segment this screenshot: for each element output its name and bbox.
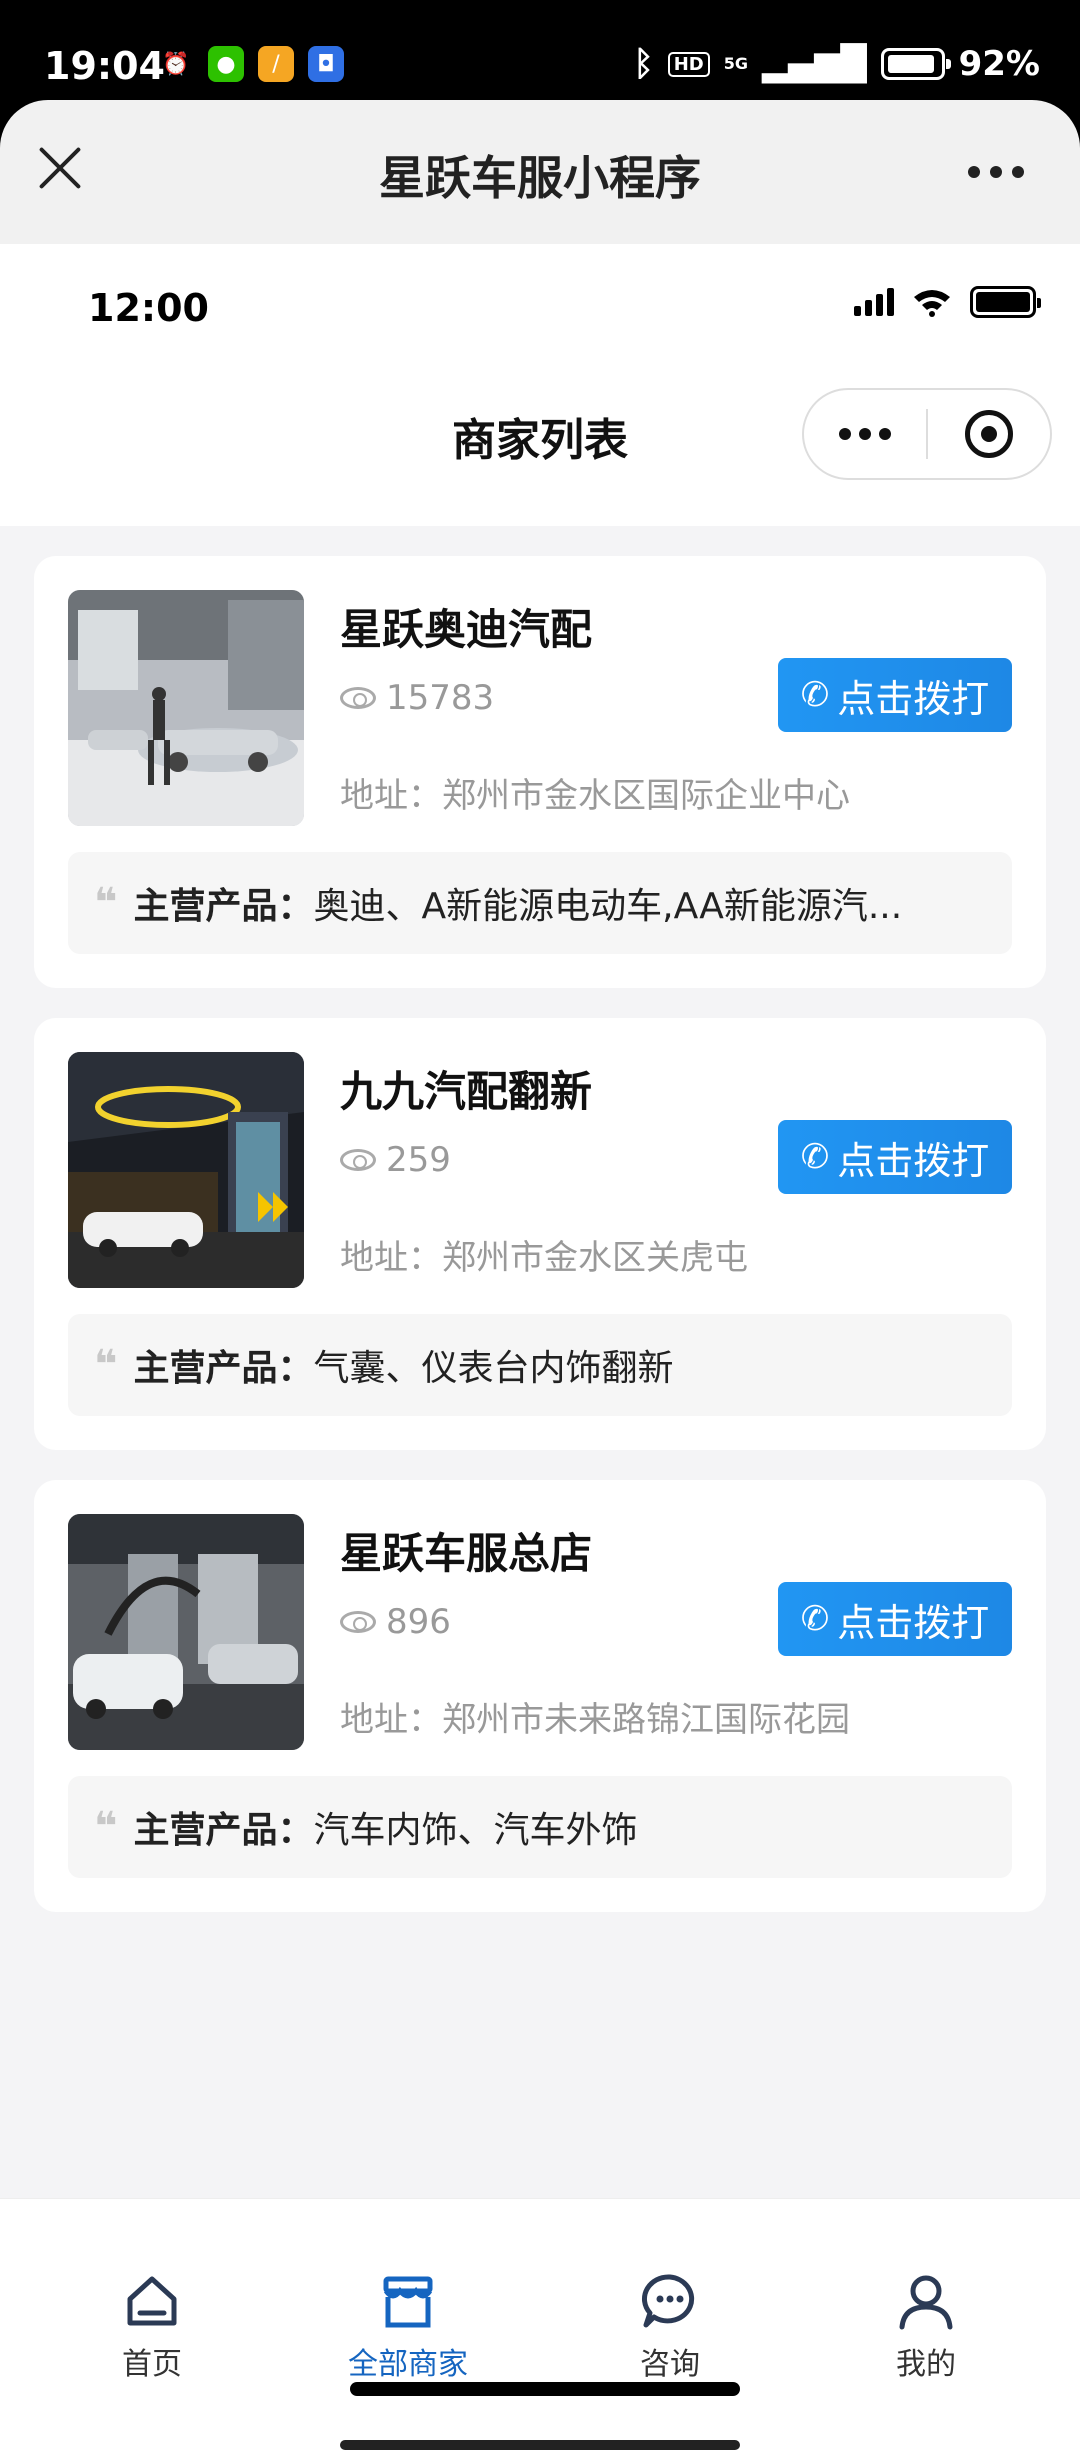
quote-icon: ❝ [94,1804,118,1850]
notification-icons: ⏰ ● / ◘ [158,46,344,82]
products-label: 主营产品： [133,886,314,927]
merchant-name: 星跃奥迪汽配 [340,605,593,654]
quote-icon: ❝ [94,880,118,926]
call-button-label: 点击拨打 [837,1138,990,1183]
wifi-icon [914,290,950,317]
address-label: 地址： [340,1238,442,1278]
products-label: 主营产品： [133,1348,314,1389]
merchant-photo [68,1052,304,1288]
tab-home[interactable]: 首页 [52,2199,252,2399]
more-icon[interactable] [968,166,1024,178]
phone-icon: ✆ [800,1137,830,1177]
phone-icon: ✆ [800,1599,830,1639]
view-count-value: 15783 [386,678,495,718]
system-status-icons: ᛒ HD 5G ▂▄▆█ 92% [633,44,1040,84]
tab-label: 首页 [122,2347,182,2382]
battery-percent: 92% [958,44,1040,84]
eye-icon [340,1611,376,1633]
miniprogram-title: 星跃车服小程序 [379,151,701,205]
products-value: 奥迪、A新能源电动车,AA新能源汽... [313,886,903,927]
tab-mine[interactable]: 我的 [826,2199,1026,2399]
merchant-address: 地址：郑州市金水区国际企业中心 [340,768,850,817]
home-icon [127,2276,177,2326]
shield-app-icon: ◘ [308,46,344,82]
quote-icon: ❝ [94,1342,118,1388]
merchant-list: 星跃奥迪汽配 15783 ✆ 点击拨打 地址：郑州市金水区国际企业中心 ❝ 主营… [34,556,1046,1942]
network-type: 5G [723,54,749,73]
merchant-address: 地址：郑州市金水区关虎屯 [340,1230,748,1279]
main-products: ❝ 主营产品： 气囊、仪表台内饰翻新 [68,1314,1012,1416]
merchant-card[interactable]: 星跃奥迪汽配 15783 ✆ 点击拨打 地址：郑州市金水区国际企业中心 ❝ 主营… [34,556,1046,988]
alarm-icon: ⏰ [162,51,190,77]
address-value: 郑州市未来路锦江国际花园 [442,1700,850,1740]
signal-icon [854,288,894,316]
address-value: 郑州市金水区关虎屯 [442,1238,748,1278]
app-notification-icon: / [258,46,294,82]
more-options-icon[interactable] [804,428,926,440]
tab-bar: 首页 全部商家 咨询 我的 [0,2198,1080,2460]
view-count: 259 [340,1140,451,1180]
battery-icon [970,286,1041,318]
products-value: 气囊、仪表台内饰翻新 [313,1348,674,1389]
capsule-menu [802,388,1052,480]
call-button-label: 点击拨打 [837,676,990,721]
merchant-photo [68,1514,304,1750]
products-value: 汽车内饰、汽车外饰 [313,1810,638,1851]
wechat-icon: ● [208,46,244,82]
app-content: 12:00 商家列表 星跃奥迪汽配 15783 ✆ 点击拨打 地址：郑州市金水区… [0,244,1080,2460]
battery-icon [880,48,951,80]
address-label: 地址： [340,1700,442,1740]
user-icon [899,2275,953,2330]
products-label: 主营产品： [133,1810,314,1851]
app-status-icons [854,286,1041,318]
merchant-address: 地址：郑州市未来路锦江国际花园 [340,1692,850,1741]
tab-label: 我的 [896,2347,956,2382]
merchant-card[interactable]: 九九汽配翻新 259 ✆ 点击拨打 地址：郑州市金水区关虎屯 ❝ 主营产品： 气… [34,1018,1046,1450]
system-status-bar: 19:04 ⏰ ● / ◘ ᛒ HD 5G ▂▄▆█ 92% [0,0,1080,100]
merchant-name: 九九汽配翻新 [340,1067,593,1116]
merchant-photo [68,590,304,826]
address-value: 郑州市金水区国际企业中心 [442,776,850,816]
chat-icon [641,2274,695,2328]
tab-label: 全部商家 [348,2347,468,2382]
main-products: ❝ 主营产品： 汽车内饰、汽车外饰 [68,1776,1012,1878]
view-count: 15783 [340,678,494,718]
exit-target-icon[interactable] [928,410,1050,458]
call-button-label: 点击拨打 [837,1600,990,1645]
view-count-value: 896 [386,1602,451,1642]
hd-icon: HD [667,51,710,77]
address-label: 地址： [340,776,442,816]
main-products: ❝ 主营产品： 奥迪、A新能源电动车,AA新能源汽... [68,852,1012,954]
app-header: 12:00 商家列表 [0,244,1080,526]
bluetooth-icon: ᛒ [633,44,654,84]
tab-label: 咨询 [640,2347,700,2382]
eye-icon [340,1149,376,1171]
call-button[interactable]: ✆ 点击拨打 [778,1120,1012,1194]
tab-all-merchants[interactable]: 全部商家 [308,2199,508,2399]
system-time: 19:04 [44,44,165,88]
view-count-value: 259 [386,1140,451,1180]
eye-icon [340,687,376,709]
merchant-name: 星跃车服总店 [340,1529,593,1578]
miniprogram-header: 星跃车服小程序 [0,100,1080,244]
signal-icon: ▂▄▆█ [762,44,867,84]
phone-icon: ✆ [800,675,830,715]
call-button[interactable]: ✆ 点击拨打 [778,658,1012,732]
app-time: 12:00 [88,286,209,330]
call-button[interactable]: ✆ 点击拨打 [778,1582,1012,1656]
tab-consult[interactable]: 咨询 [570,2199,770,2399]
store-icon [383,2276,433,2328]
home-indicator[interactable] [350,2382,740,2396]
merchant-card[interactable]: 星跃车服总店 896 ✆ 点击拨打 地址：郑州市未来路锦江国际花园 ❝ 主营产品… [34,1480,1046,1912]
view-count: 896 [340,1602,451,1642]
system-home-indicator[interactable] [340,2440,740,2450]
